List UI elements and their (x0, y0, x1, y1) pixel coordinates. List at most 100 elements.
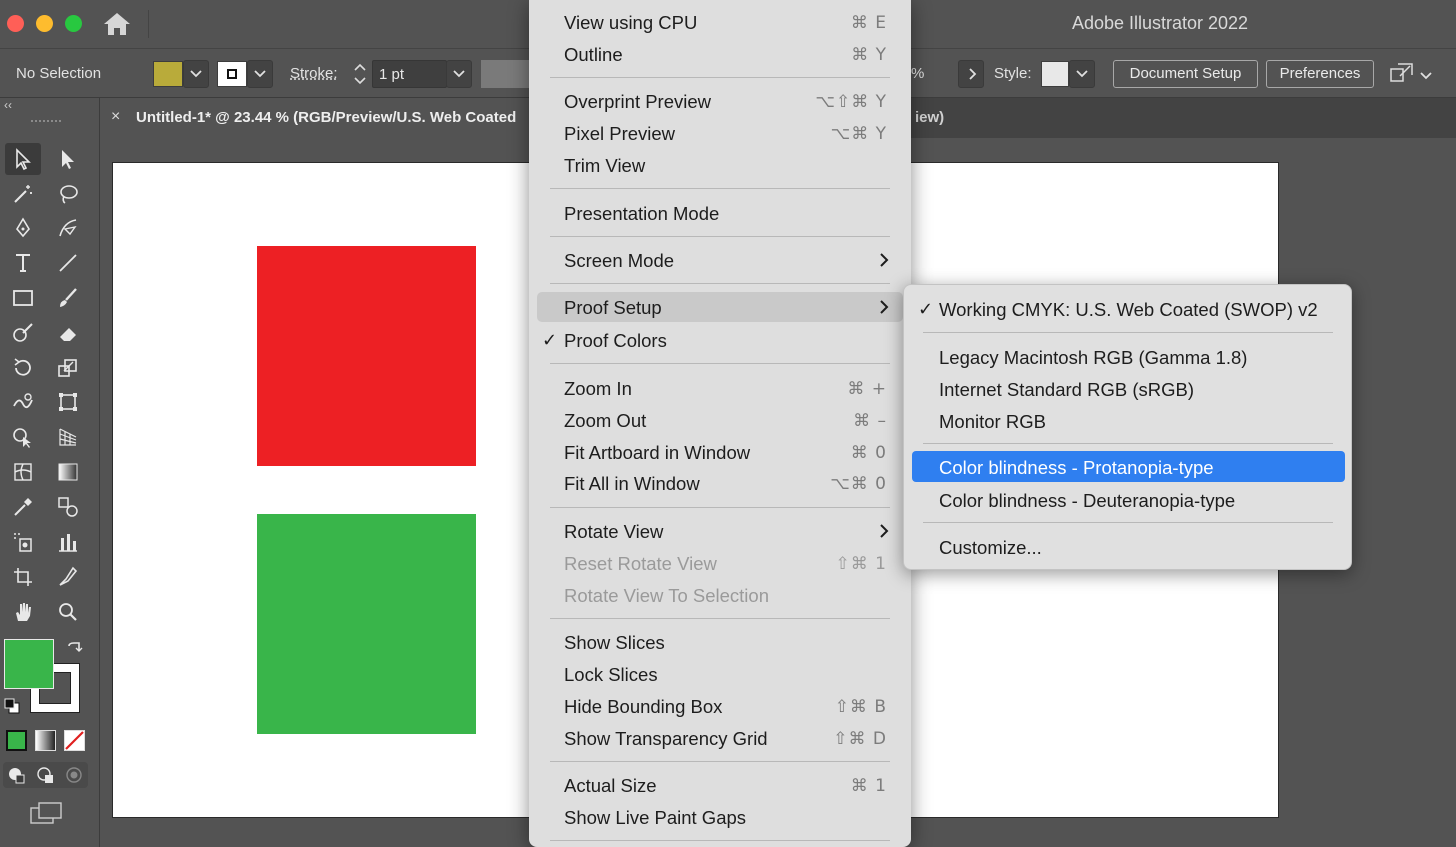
menu-item-screen-mode[interactable]: Screen Mode (529, 245, 911, 275)
menu-item-lock-slices[interactable]: Lock Slices (529, 659, 911, 689)
menu-item-rotate-view[interactable]: Rotate View (529, 516, 911, 546)
menu-item-overprint-preview[interactable]: Overprint Preview ⌥⇧⌘ Y (529, 86, 911, 116)
fill-swatch[interactable] (153, 61, 183, 87)
red-square[interactable] (257, 246, 476, 466)
fill-dropdown[interactable] (183, 60, 209, 88)
menu-item-label: Outline (564, 44, 623, 65)
drawing-modes-group (3, 762, 88, 788)
submenu-item-deuteranopia[interactable]: Color blindness - Deuteranopia-type (912, 484, 1345, 515)
pen-tool-icon[interactable] (5, 212, 41, 244)
submenu-item-legacy-macintosh-rgb[interactable]: Legacy Macintosh RGB (Gamma 1.8) (912, 341, 1345, 372)
submenu-item-internet-standard-rgb[interactable]: Internet Standard RGB (sRGB) (912, 373, 1345, 404)
panel-grip[interactable] (31, 120, 61, 125)
opacity-dropdown[interactable] (958, 60, 984, 88)
submenu-item-label: Color blindness - Deuteranopia-type (939, 490, 1236, 511)
green-square[interactable] (257, 514, 476, 734)
submenu-item-protanopia[interactable]: Color blindness - Protanopia-type (912, 451, 1345, 482)
menu-item-show-transparency-grid[interactable]: Show Transparency Grid ⇧⌘ D (529, 723, 911, 753)
eyedropper-tool-icon[interactable] (5, 491, 41, 523)
menu-item-show-slices[interactable]: Show Slices (529, 627, 911, 657)
menu-item-label: Fit Artboard in Window (564, 442, 751, 463)
menu-item-rotate-view-to-selection[interactable]: Rotate View To Selection (529, 580, 911, 610)
column-graph-tool-icon[interactable] (50, 526, 86, 558)
stroke-weight-input[interactable]: 1 pt (372, 60, 447, 88)
menu-item-actual-size[interactable]: Actual Size ⌘ 1 (529, 770, 911, 800)
menu-item-view-using-cpu[interactable]: View using CPU ⌘ E (529, 7, 911, 37)
stroke-swatch[interactable] (217, 61, 247, 87)
home-icon[interactable] (101, 11, 133, 37)
stroke-label[interactable]: Stroke: (290, 65, 338, 82)
selection-tool-icon[interactable] (5, 143, 41, 175)
line-segment-tool-icon[interactable] (50, 247, 86, 279)
style-dropdown[interactable] (1069, 60, 1095, 88)
lasso-tool-icon[interactable] (50, 178, 86, 210)
draw-behind-icon[interactable] (36, 766, 54, 789)
menu-item-trim-view[interactable]: Trim View (529, 150, 911, 180)
screen-mode-icon[interactable] (28, 800, 64, 831)
zoom-tool-icon[interactable] (50, 596, 86, 628)
eraser-tool-icon[interactable] (50, 317, 86, 349)
artboard-tool-icon[interactable] (5, 561, 41, 593)
panel-menu-chevron-icon[interactable] (1420, 67, 1432, 85)
collapse-panel-icon[interactable]: ‹‹ (4, 98, 12, 112)
symbol-sprayer-tool-icon[interactable] (5, 526, 41, 558)
submenu-item-working-cmyk[interactable]: ✓ Working CMYK: U.S. Web Coated (SWOP) v… (912, 293, 1345, 324)
blend-tool-icon[interactable] (50, 491, 86, 523)
draw-normal-icon[interactable] (7, 766, 25, 789)
perspective-grid-tool-icon[interactable] (50, 421, 86, 453)
submenu-item-customize[interactable]: Customize... (912, 531, 1345, 562)
type-tool-icon[interactable] (5, 247, 41, 279)
document-setup-button[interactable]: Document Setup (1113, 60, 1258, 88)
menu-item-hide-bounding-box[interactable]: Hide Bounding Box ⇧⌘ B (529, 691, 911, 721)
variable-width-profile[interactable] (481, 60, 529, 88)
menu-item-pixel-preview[interactable]: Pixel Preview ⌥⌘ Y (529, 118, 911, 148)
stroke-dropdown[interactable] (247, 60, 273, 88)
mesh-tool-icon[interactable] (5, 456, 41, 488)
rectangle-tool-icon[interactable] (5, 282, 41, 314)
arrange-documents-icon[interactable] (1388, 61, 1416, 87)
gradient-mode-icon[interactable] (35, 730, 56, 751)
zoom-window-button[interactable] (65, 15, 82, 32)
menu-item-outline[interactable]: Outline ⌘ Y (529, 39, 911, 69)
free-transform-tool-icon[interactable] (50, 386, 86, 418)
submenu-item-label: Color blindness - Protanopia-type (939, 457, 1214, 478)
menu-item-reset-rotate-view[interactable]: Reset Rotate View ⇧⌘ 1 (529, 548, 911, 578)
menu-item-zoom-out[interactable]: Zoom Out ⌘ – (529, 405, 911, 435)
default-fill-stroke-icon[interactable] (4, 698, 20, 719)
document-tab-title[interactable]: Untitled-1* @ 23.44 % (RGB/Preview/U.S. … (136, 109, 516, 126)
menu-item-fit-artboard-in-window[interactable]: Fit Artboard in Window ⌘ 0 (529, 437, 911, 467)
warp-tool-icon[interactable] (5, 386, 41, 418)
paintbrush-tool-icon[interactable] (50, 282, 86, 314)
draw-inside-icon[interactable] (65, 766, 83, 789)
direct-selection-tool-icon[interactable] (50, 143, 86, 175)
swap-fill-stroke-icon[interactable] (66, 640, 84, 663)
minimize-window-button[interactable] (36, 15, 53, 32)
stroke-stepper[interactable] (350, 60, 370, 88)
document-tab[interactable]: × Untitled-1* @ 23.44 % (RGB/Preview/U.S… (100, 98, 530, 138)
menu-item-show-live-paint-gaps[interactable]: Show Live Paint Gaps (529, 802, 911, 832)
rotate-tool-icon[interactable] (5, 352, 41, 384)
close-window-button[interactable] (7, 15, 24, 32)
close-tab-icon[interactable]: × (111, 108, 120, 126)
stroke-weight-dropdown[interactable] (446, 60, 472, 88)
style-swatch[interactable] (1041, 61, 1069, 87)
curvature-tool-icon[interactable] (50, 212, 86, 244)
menu-item-proof-setup[interactable]: Proof Setup (537, 292, 903, 322)
menu-item-presentation-mode[interactable]: Presentation Mode (529, 198, 911, 228)
scale-tool-icon[interactable] (50, 352, 86, 384)
shape-builder-tool-icon[interactable] (5, 421, 41, 453)
shaper-tool-icon[interactable] (5, 317, 41, 349)
none-mode-icon[interactable] (64, 730, 85, 751)
magic-wand-tool-icon[interactable] (5, 178, 41, 210)
hand-tool-icon[interactable] (5, 596, 41, 628)
submenu-item-monitor-rgb[interactable]: Monitor RGB (912, 405, 1345, 436)
fill-color-swatch[interactable] (4, 639, 54, 689)
slice-tool-icon[interactable] (50, 561, 86, 593)
gradient-tool-icon[interactable] (50, 456, 86, 488)
menu-item-proof-colors[interactable]: ✓ Proof Colors (529, 325, 911, 355)
menu-item-fit-all-in-window[interactable]: Fit All in Window ⌥⌘ 0 (529, 468, 911, 498)
color-mode-icon[interactable] (6, 730, 27, 751)
preferences-button[interactable]: Preferences (1266, 60, 1374, 88)
menu-item-zoom-in[interactable]: Zoom In ⌘ + (529, 373, 911, 403)
menu-item-label: Pixel Preview (564, 123, 676, 144)
